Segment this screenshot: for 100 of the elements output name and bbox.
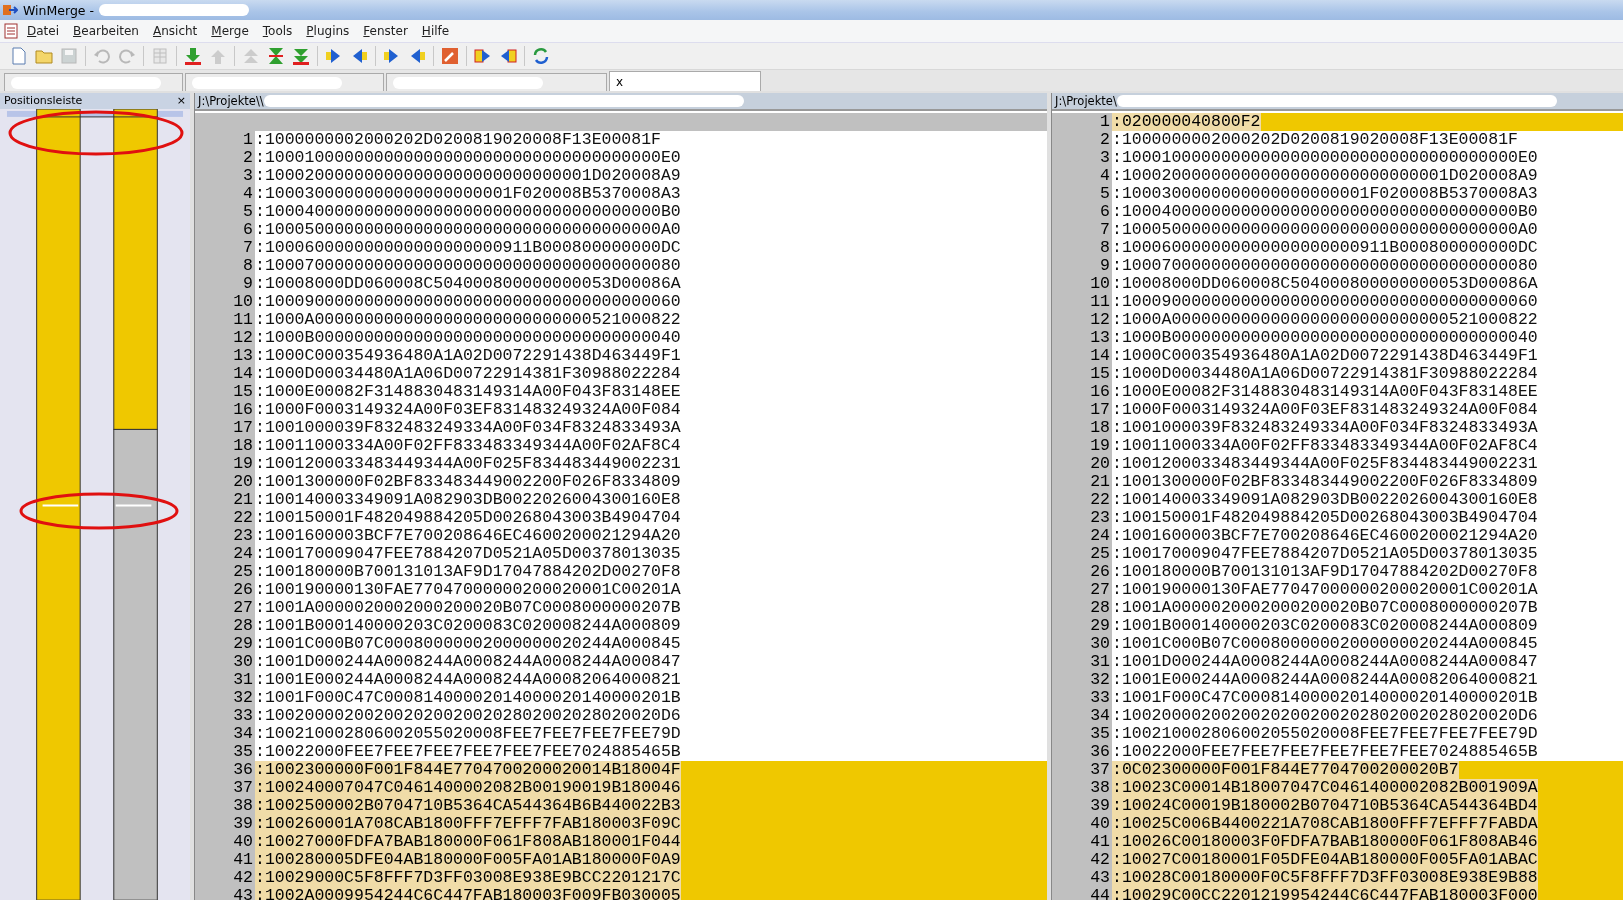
file-path: J:\Projekte\\ [198,94,264,108]
code-line: :100170009047FEE7884207D0521A05D00378013035 [255,545,681,563]
code-line: :10011000334A00F02FF833483349344A00F02AF8C4 [1112,437,1538,455]
save-icon [60,47,78,65]
line-number: 1 [1052,113,1112,131]
tab[interactable]: x [609,71,761,91]
line-number: 6 [1052,203,1112,221]
code-line: :1001200033483449344A00F025F834483449002231 [255,455,681,473]
code-line: :1001C000B07C00080000002000000020244A000845 [255,635,681,653]
tab[interactable] [185,73,384,91]
line-number: 10 [1052,275,1112,293]
code-line: :100060000000000000000000911B000800000000DC [1112,239,1538,257]
code-line: :10022000FEE7FEE7FEE7FEE7FEE7FEE7024885465B [1112,743,1538,761]
line-number: 4 [195,185,255,203]
line-number: 20 [1052,455,1112,473]
code-line: :100190000130FAE77047000000200020001C00201A [1112,581,1538,599]
line-number: 19 [195,455,255,473]
code-line: :1000D00034480A1A06D00722914381F30988022284 [1112,365,1538,383]
arrow-up-icon [209,47,227,65]
line-number: 2 [195,149,255,167]
code-line: :100070000000000000000000000000000000000080 [1112,257,1538,275]
code-line: :100180000B700131013AF9D17047884202D00270F8 [1112,563,1538,581]
line-number: 13 [1052,329,1112,347]
line-number: 23 [195,527,255,545]
line-number: 3 [195,167,255,185]
line-number: 14 [1052,347,1112,365]
line-number: 27 [1052,581,1112,599]
menu-item[interactable]: Ansicht [147,24,203,38]
code-line: :1001E000244A0008244A0008244A00082064000821 [255,671,681,689]
code-line: :1000100000000000000000000000000000000000E0 [1112,149,1538,167]
line-number: 32 [195,689,255,707]
menu-item[interactable]: Hilfe [416,24,455,38]
menu-item[interactable]: Plugins [301,24,355,38]
arrow-down-icon [184,47,202,65]
code-line: :1000300000000000000000001F020008B5370008A3 [1112,185,1538,203]
code-line: :1001300000F02BF833483449002200F026F8334809 [255,473,681,491]
line-number: 2 [1052,131,1112,149]
line-number: 34 [1052,707,1112,725]
code-line: :1000F0003149324A00F03EF831483249324A00F084 [1112,401,1538,419]
line-number: 18 [195,437,255,455]
code-line: :10011000334A00F02FF833483349344A00F02AF8C4 [255,437,681,455]
code-line: :1001000039F832483249334A00F034F8324833493A [255,419,681,437]
line-number: 29 [1052,617,1112,635]
file-path: J:\Projekte\ [1055,94,1117,108]
line-number: 23 [1052,509,1112,527]
code-line: :1001300000F02BF833483449002200F026F8334809 [1112,473,1538,491]
line-number: 35 [1052,725,1112,743]
tab[interactable] [386,73,607,91]
menu-item[interactable]: Fenster [358,24,413,38]
menu-item[interactable]: Datei [22,24,65,38]
line-number: 5 [195,203,255,221]
line-number: 39 [1052,797,1112,815]
line-number: 27 [195,599,255,617]
code-line: :100090000000000000000000000000000000000060 [1112,293,1538,311]
code-line: :100210002806002055020008FEE7FEE7FEE7FEE79D [255,725,681,743]
pane-title: Positionsleiste [4,94,83,108]
code-line: :1002000020020020200200202802002028020020D6 [255,707,681,725]
line-number: 7 [1052,221,1112,239]
line-number: 8 [195,257,255,275]
menu-item[interactable]: Bearbeiten [68,24,144,38]
tab[interactable] [4,73,183,91]
double-arrow-up-icon [242,47,260,65]
code-line: :1000B0000000000000000000000000000000000040 [1112,329,1538,347]
line-number: 42 [195,869,255,887]
code-line: :100180000B700131013AF9D17047884202D00270F8 [255,563,681,581]
close-tab-button[interactable]: x [616,74,624,89]
line-number: 33 [195,707,255,725]
line-number: 31 [1052,653,1112,671]
toolbar-button[interactable] [182,45,204,67]
code-line: :1000E00082F3148830483149314A00F043F83148EE [1112,383,1538,401]
code-line: :100070000000000000000000000000000000000080 [255,257,681,275]
line-number: 43 [1052,869,1112,887]
code-line: :100090000000000000000000000000000000000060 [255,293,681,311]
code-line: :100210002806002055020008FEE7FEE7FEE7FEE79D [1112,725,1538,743]
code-line: :1001F000C47C00081400002014000020140000201B [1112,689,1538,707]
line-number: 43 [195,887,255,900]
line-number: 31 [195,671,255,689]
menu-item[interactable]: Tools [257,24,298,38]
line-number: 34 [195,725,255,743]
code-line: :1000F0003149324A00F03EF831483249324A00F084 [255,401,681,419]
line-number: 3 [1052,149,1112,167]
line-number: 38 [195,797,255,815]
menu-item[interactable]: Merge [206,24,254,38]
wrench-icon [441,47,459,65]
code-line: :1001C000B07C00080000002000000020244A000845 [1112,635,1538,653]
arrow-right-icon [474,47,492,65]
folder-icon [35,47,53,65]
line-number: 18 [1052,419,1112,437]
code-line: :1001600003BCF7E700208646EC4600200021294A20 [255,527,681,545]
line-number: 42 [1052,851,1112,869]
close-button[interactable]: × [176,94,186,108]
line-number: 17 [195,419,255,437]
line-number: 12 [1052,311,1112,329]
toolbar-button[interactable] [439,45,461,67]
line-number: 8 [1052,239,1112,257]
line-number: 15 [1052,365,1112,383]
line-number: 21 [195,491,255,509]
line-number: 21 [1052,473,1112,491]
line-number: 9 [1052,257,1112,275]
columns-icon [151,47,169,65]
